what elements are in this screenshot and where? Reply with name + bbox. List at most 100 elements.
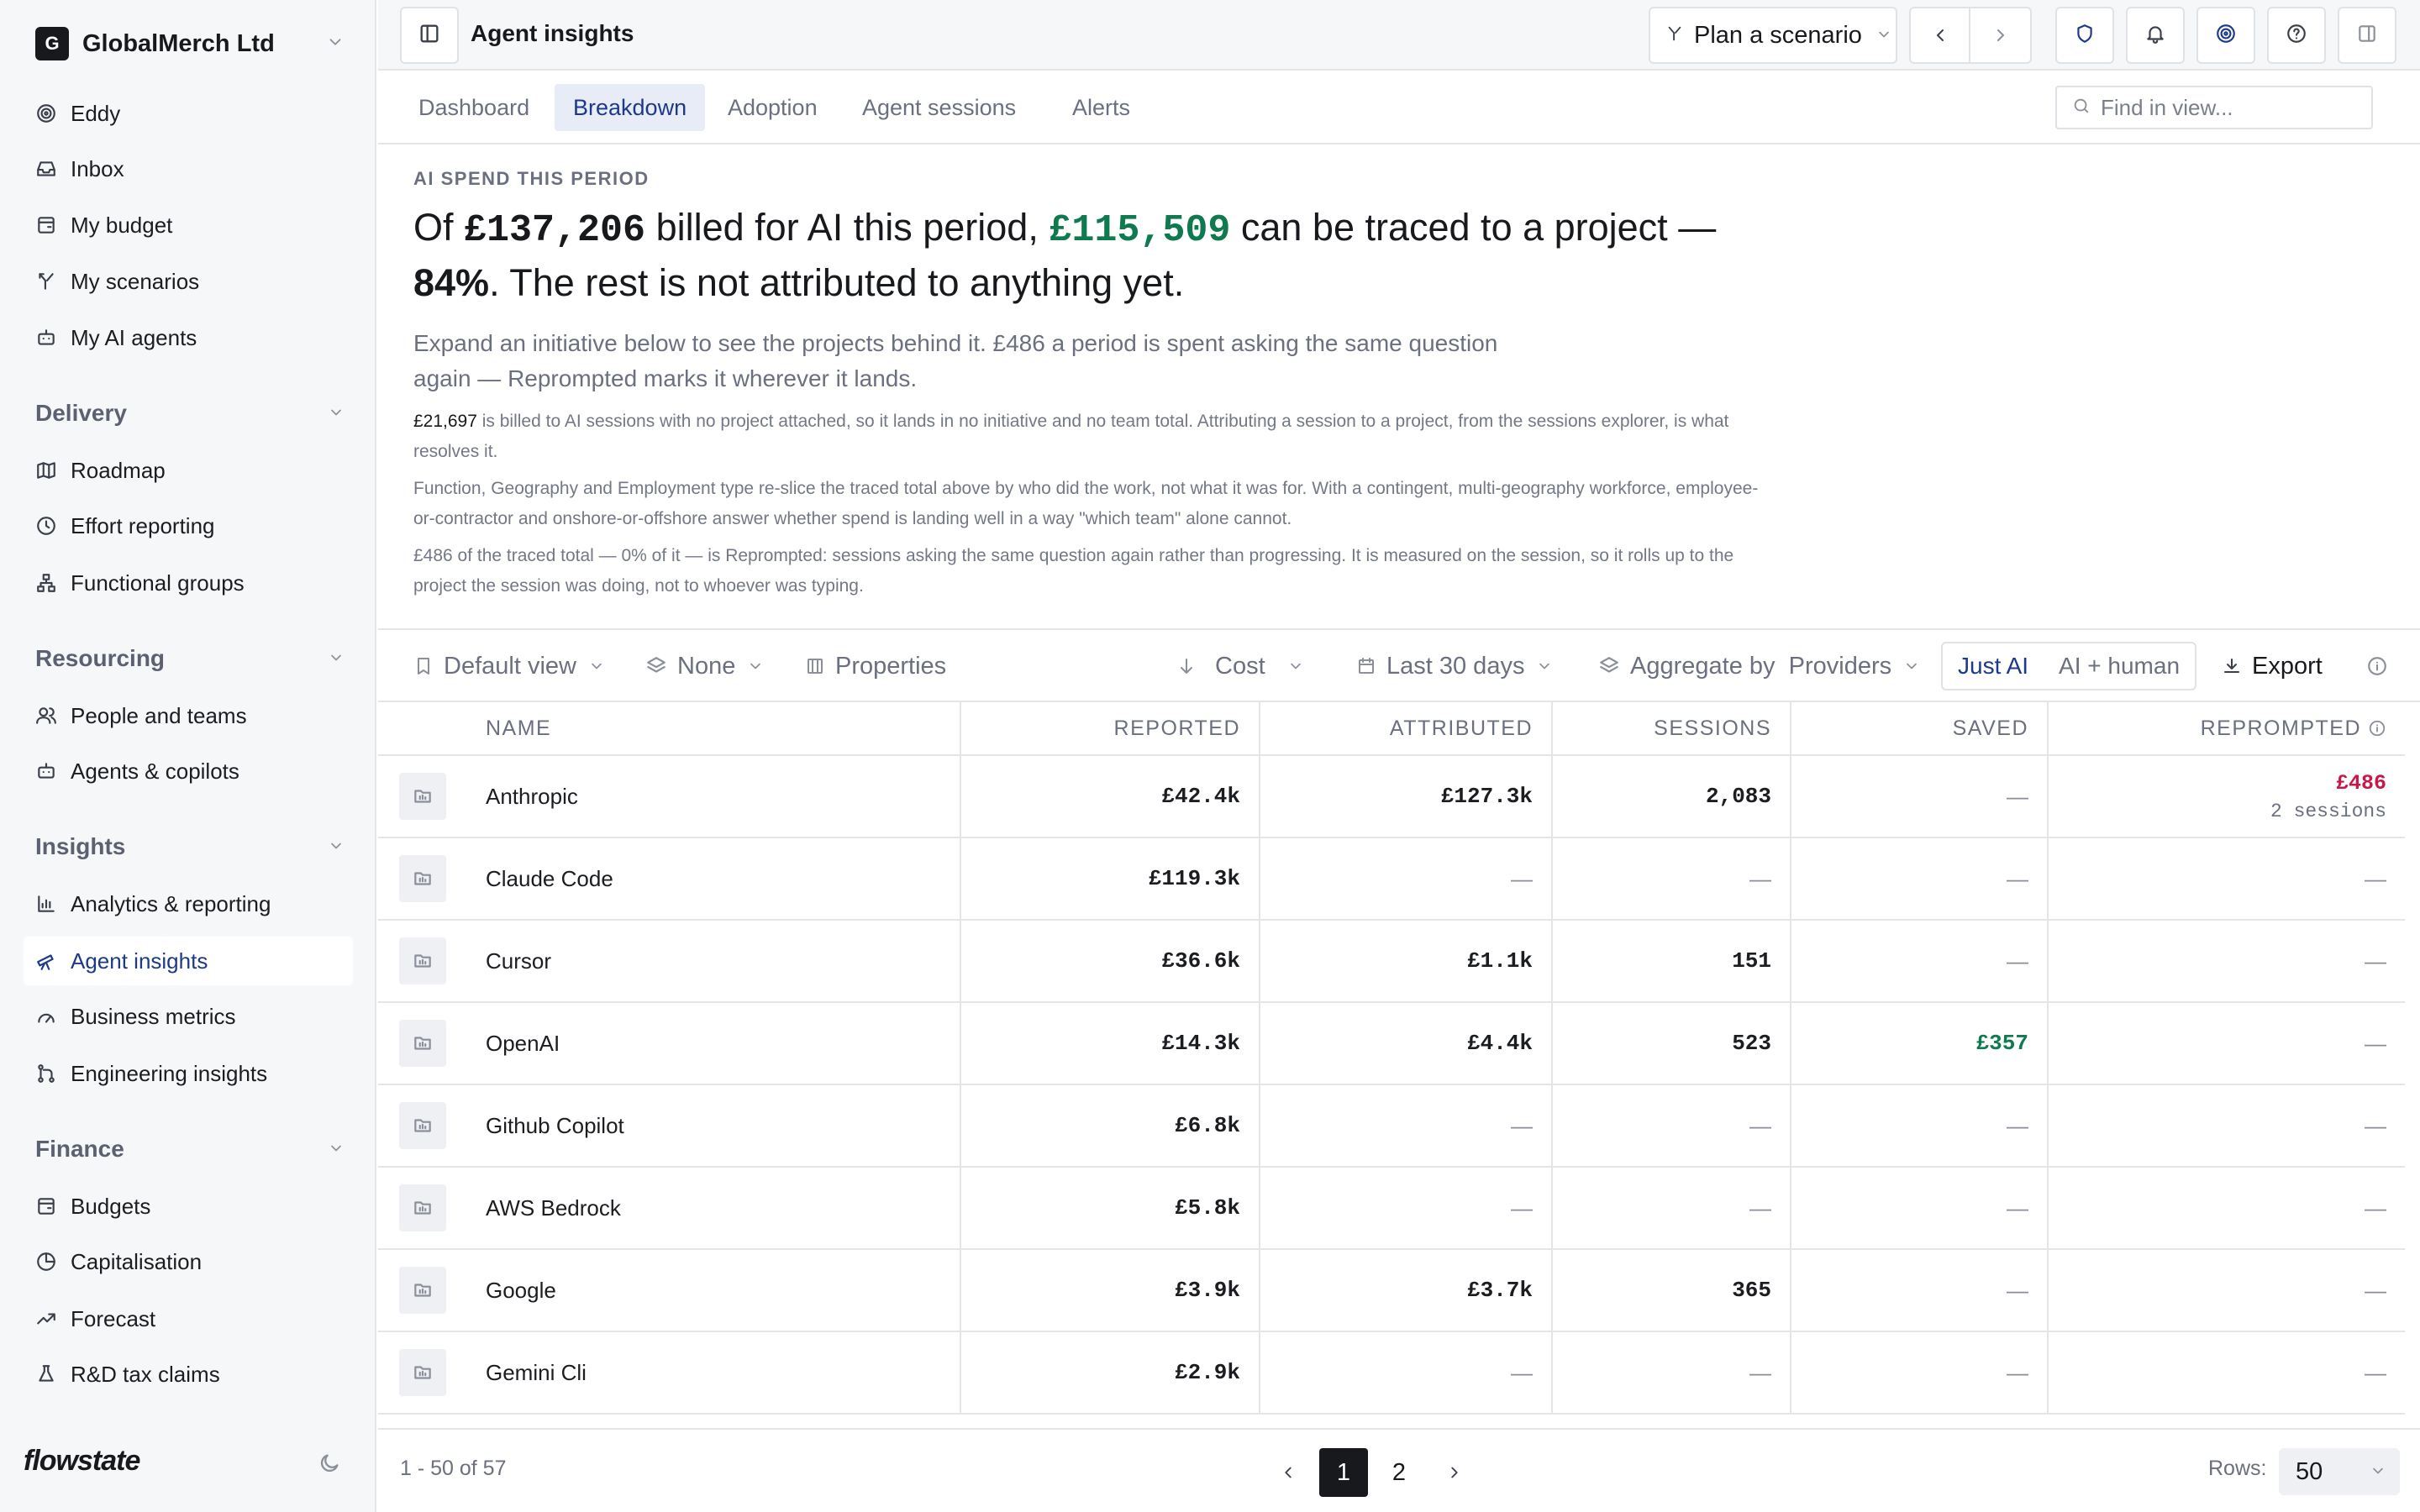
sidebar-item-budgets[interactable]: Budgets: [24, 1182, 353, 1231]
folder-icon[interactable]: [399, 937, 446, 984]
sidebar-item-my-budget[interactable]: My budget: [24, 201, 353, 249]
table-row[interactable]: Cursor £36.6k £1.1k 151— —: [378, 921, 2405, 1003]
sidebar-item-label: Functional groups: [71, 570, 245, 596]
folder-icon[interactable]: [399, 773, 446, 820]
section-resourcing[interactable]: Resourcing: [35, 640, 345, 677]
moon-icon[interactable]: [318, 1452, 341, 1479]
column-header-attributed[interactable]: ATTRIBUTED: [1260, 702, 1553, 754]
table-row[interactable]: Anthropic £42.4k £127.3k 2,083— £486 2 sessio…: [378, 756, 2405, 838]
info-icon[interactable]: [2366, 655, 2388, 681]
sidebar-item-business-metrics[interactable]: Business metrics: [24, 992, 353, 1041]
aggregate-select[interactable]: Aggregate by Providers: [1598, 630, 1920, 702]
column-header-reprompted[interactable]: REPROMPTED: [2049, 702, 2405, 754]
sidebar-item-my-ai-agents[interactable]: My AI agents: [24, 313, 353, 362]
spend-summary: AI SPEND THIS PERIOD Of £137,206 billed …: [413, 168, 1775, 601]
sidebar-item-label: My AI agents: [71, 324, 197, 350]
org-switcher[interactable]: G GlobalMerch Ltd: [35, 25, 345, 62]
sidebar-item-label: My scenarios: [71, 268, 200, 294]
page-button-1[interactable]: 1: [1319, 1448, 1368, 1497]
date-range-select[interactable]: Last 30 days: [1356, 630, 1553, 702]
forward-button[interactable]: [1970, 8, 2030, 62]
table-row[interactable]: Gemini Cli £2.9k — — — —: [378, 1332, 2405, 1415]
properties-button[interactable]: Properties: [805, 630, 946, 702]
folder-icon[interactable]: [399, 855, 446, 902]
search-input[interactable]: [2101, 94, 2353, 121]
tab-breakdown[interactable]: Breakdown: [555, 84, 706, 131]
saved-view-select[interactable]: Default view: [413, 630, 605, 702]
sessions-cell: —: [1553, 1168, 1791, 1248]
row-icon-cell: [378, 1168, 467, 1248]
sidebar-item-roadmap[interactable]: Roadmap: [24, 446, 353, 495]
help-button[interactable]: [2267, 7, 2326, 64]
table-row[interactable]: OpenAI £14.3k £4.4k 523 £357 —: [378, 1003, 2405, 1085]
sidebar-item-agents-copilots[interactable]: Agents & copilots: [24, 747, 353, 795]
folder-icon[interactable]: [399, 1020, 446, 1067]
ai-plus-human-option[interactable]: AI + human: [2044, 653, 2195, 680]
previous-page-button[interactable]: [1264, 1448, 1313, 1497]
next-page-button[interactable]: [1430, 1448, 1479, 1497]
sidebar-item-label: Effort reporting: [71, 512, 215, 538]
section-insights[interactable]: Insights: [35, 828, 345, 865]
section-finance[interactable]: Finance: [35, 1131, 345, 1168]
reslice-note: Function, Geography and Employment type …: [413, 479, 1759, 528]
security-button[interactable]: [2055, 7, 2114, 64]
sidebar-item-agent-insights[interactable]: Agent insights: [24, 937, 353, 985]
sidebar-item-my-scenarios[interactable]: My scenarios: [24, 257, 353, 306]
eddy-assistant-button[interactable]: [2196, 7, 2255, 64]
page-button-2[interactable]: 2: [1375, 1448, 1423, 1497]
tab-alerts[interactable]: Alerts: [1054, 84, 1149, 131]
column-header-name[interactable]: NAME: [467, 702, 961, 754]
sidebar-item-label: R&D tax claims: [71, 1361, 220, 1387]
folder-icon[interactable]: [399, 1349, 446, 1396]
sidebar-item-functional-groups[interactable]: Functional groups: [24, 559, 353, 607]
plan-scenario-button[interactable]: Plan a scenario: [1649, 7, 1897, 64]
sidebar-item-capitalisation[interactable]: Capitalisation: [24, 1237, 353, 1286]
table-row[interactable]: Claude Code £119.3k — — — —: [378, 838, 2405, 921]
sidebar-item-forecast[interactable]: Forecast: [24, 1294, 353, 1343]
chevron-right-icon: [1996, 29, 2004, 41]
git-icon: [35, 1063, 57, 1084]
rows-per-page-select[interactable]: 50: [2279, 1448, 2400, 1495]
sort-select[interactable]: Cost: [1176, 630, 1304, 702]
provider-name: Claude Code: [467, 838, 961, 919]
tab-agent-sessions[interactable]: Agent sessions: [844, 84, 1034, 131]
table-row[interactable]: Google £3.9k £3.7k 365— —: [378, 1250, 2405, 1332]
group-by-select[interactable]: None: [645, 630, 764, 702]
sidebar-item-label: My budget: [71, 212, 173, 238]
reported-cell: £6.8k: [961, 1085, 1260, 1166]
provider-name: OpenAI: [467, 1003, 961, 1084]
table-row[interactable]: AWS Bedrock £5.8k — — — —: [378, 1168, 2405, 1250]
tab-adoption[interactable]: Adoption: [709, 84, 836, 131]
section-title: Delivery: [35, 400, 127, 426]
chevron-down-icon: [747, 658, 764, 675]
folder-icon[interactable]: [399, 1267, 446, 1314]
folder-icon[interactable]: [399, 1102, 446, 1149]
export-button[interactable]: Export: [2222, 630, 2323, 702]
ai-scope-toggle: Just AI AI + human: [1941, 642, 2197, 690]
sidebar-item-analytics-reporting[interactable]: Analytics & reporting: [24, 879, 353, 928]
toggle-sidebar-button[interactable]: [400, 7, 459, 64]
just-ai-option[interactable]: Just AI: [1943, 653, 2044, 680]
help-circle-icon: [2286, 23, 2307, 49]
tab-dashboard[interactable]: Dashboard: [400, 84, 548, 131]
table-row[interactable]: Github Copilot £6.8k — — — —: [378, 1085, 2405, 1168]
column-header-reported[interactable]: REPORTED: [961, 702, 1260, 754]
column-header-sessions[interactable]: SESSIONS: [1553, 702, 1791, 754]
toggle-right-panel-button[interactable]: [2338, 7, 2396, 64]
chevron-down-icon: [328, 833, 345, 860]
attributed-cell: £4.4k: [1260, 1003, 1553, 1084]
sidebar-item-people-and-teams[interactable]: People and teams: [24, 691, 353, 740]
section-delivery[interactable]: Delivery: [35, 395, 345, 432]
folder-icon[interactable]: [399, 1184, 446, 1231]
sidebar-item-rd-tax-claims[interactable]: R&D tax claims: [24, 1350, 353, 1399]
column-header-saved[interactable]: SAVED: [1791, 702, 2049, 754]
sidebar-item-engineering-insights[interactable]: Engineering insights: [24, 1049, 353, 1098]
notifications-button[interactable]: [2126, 7, 2185, 64]
sidebar-item-eddy[interactable]: Eddy: [24, 89, 353, 138]
sidebar-item-effort-reporting[interactable]: Effort reporting: [24, 501, 353, 550]
reported-cell: £3.9k: [961, 1250, 1260, 1331]
sidebar-item-label: Roadmap: [71, 457, 166, 483]
info-icon[interactable]: [2368, 719, 2386, 738]
sidebar-item-inbox[interactable]: Inbox: [24, 144, 353, 193]
back-button[interactable]: [1911, 8, 1971, 62]
